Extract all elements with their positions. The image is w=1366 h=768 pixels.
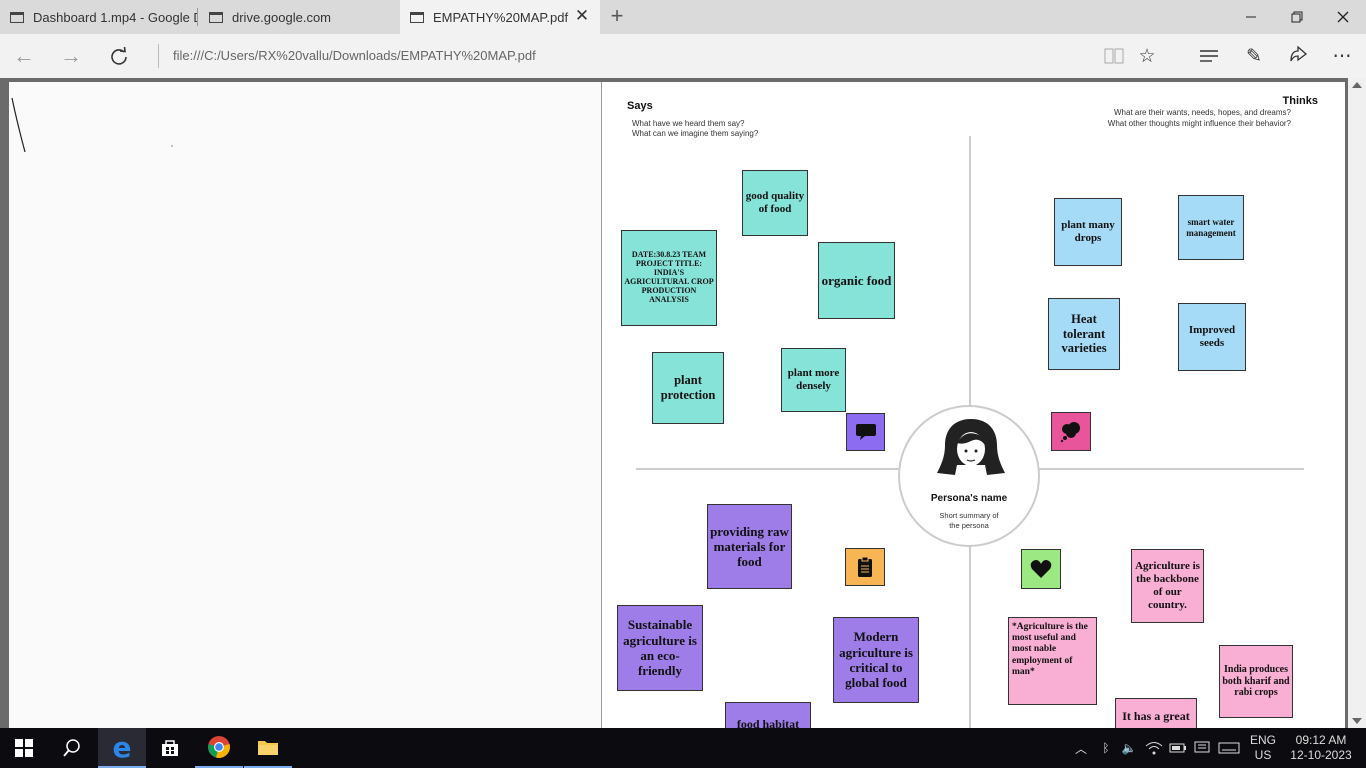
tab-page-icon bbox=[410, 11, 424, 23]
search-icon[interactable] bbox=[48, 728, 96, 768]
region-code: US bbox=[1254, 748, 1272, 762]
persona-summary: the persona bbox=[949, 521, 989, 530]
language-indicator[interactable]: ENG US bbox=[1246, 728, 1280, 768]
tab-empathy-map[interactable]: EMPATHY%20MAP.pdf bbox=[400, 0, 600, 34]
back-icon[interactable]: ← bbox=[9, 41, 39, 71]
close-window-icon[interactable] bbox=[1320, 0, 1366, 34]
tab-divider bbox=[197, 8, 198, 26]
sticky-note: smart water management bbox=[1178, 195, 1244, 260]
thinks-question-1: What are their wants, needs, hopes, and … bbox=[1114, 108, 1291, 117]
says-question-1: What have we heard them say? bbox=[632, 119, 745, 128]
tab-page-icon bbox=[10, 11, 24, 23]
sticky-note: Agriculture is the backbone of our count… bbox=[1131, 549, 1204, 623]
tab-strip: Dashboard 1.mp4 - Google D drive.google.… bbox=[0, 0, 1366, 34]
favorite-star-icon[interactable]: ☆ bbox=[1132, 41, 1162, 71]
persona-circle: Persona's name Short summary of the pers… bbox=[898, 405, 1040, 547]
tab-label: drive.google.com bbox=[232, 9, 331, 25]
edge-icon[interactable]: e bbox=[98, 728, 146, 768]
forward-icon[interactable]: → bbox=[56, 41, 86, 71]
sticky-note: providing raw materials for food bbox=[707, 504, 792, 589]
tab-page-icon bbox=[209, 11, 223, 23]
sticky-note: good quality of food bbox=[742, 170, 808, 236]
speech-bubble-icon bbox=[846, 413, 885, 451]
sticky-note: plant many drops bbox=[1054, 198, 1122, 266]
sticky-note: Sustainable agriculture is an eco-friend… bbox=[617, 605, 703, 691]
empathy-map-page: Says What have we heard them say? What c… bbox=[601, 82, 1345, 728]
scroll-up-icon[interactable] bbox=[1352, 82, 1362, 88]
file-explorer-icon[interactable] bbox=[244, 728, 292, 768]
thinks-question-2: What other thoughts might influence thei… bbox=[1107, 119, 1291, 128]
clipboard-icon bbox=[845, 548, 885, 586]
tab-label: Dashboard 1.mp4 - Google D bbox=[33, 9, 197, 25]
notification-icon[interactable] bbox=[1192, 728, 1212, 768]
sticky-note: *Agriculture is the most useful and most… bbox=[1008, 617, 1097, 705]
hub-icon[interactable] bbox=[1194, 41, 1224, 71]
persona-name: Persona's name bbox=[930, 493, 1008, 504]
taskbar: e ︿ ᛒ 🔈 ENG US 09:12 AM 12-10-2023 bbox=[0, 728, 1366, 768]
share-icon[interactable] bbox=[1283, 41, 1313, 71]
chevron-up-icon[interactable]: ︿ bbox=[1072, 728, 1090, 768]
web-note-icon[interactable]: ✎ bbox=[1239, 41, 1269, 71]
bluetooth-icon[interactable]: ᛒ bbox=[1098, 728, 1114, 768]
windows-start-icon[interactable] bbox=[0, 728, 48, 768]
sticky-note: India produces both kharif and rabi crop… bbox=[1219, 645, 1293, 718]
new-tab-icon[interactable]: + bbox=[607, 3, 627, 29]
address-bar[interactable]: file:///C:/Users/RX%20vallu/Downloads/EM… bbox=[158, 44, 1068, 68]
thought-cloud-icon bbox=[1051, 412, 1091, 451]
thinks-title: Thinks bbox=[1282, 95, 1318, 107]
refresh-icon[interactable] bbox=[104, 41, 134, 71]
minimize-icon[interactable] bbox=[1228, 0, 1274, 34]
clock-date: 12-10-2023 bbox=[1290, 748, 1352, 762]
tab-dashboard[interactable]: Dashboard 1.mp4 - Google D bbox=[0, 0, 197, 34]
persona-avatar-icon bbox=[937, 419, 1005, 475]
chrome-icon[interactable] bbox=[195, 728, 243, 768]
sticky-note: organic food bbox=[818, 242, 895, 319]
sticky-note: It has a great bbox=[1115, 698, 1197, 728]
language-code: ENG bbox=[1249, 733, 1276, 747]
blank-page bbox=[9, 82, 601, 728]
sticky-note: Modern agriculture is critical to global… bbox=[833, 617, 919, 703]
scrollbar[interactable] bbox=[1348, 78, 1366, 728]
close-tab-icon[interactable]: ✕ bbox=[574, 6, 590, 26]
battery-icon[interactable] bbox=[1168, 728, 1188, 768]
sticky-note: plant more densely bbox=[781, 348, 846, 412]
navigation-bar: ← → file:///C:/Users/RX%20vallu/Download… bbox=[0, 34, 1366, 78]
restore-icon[interactable] bbox=[1274, 0, 1320, 34]
heart-icon bbox=[1021, 549, 1061, 589]
reading-view-icon[interactable] bbox=[1099, 41, 1129, 71]
volume-icon[interactable]: 🔈 bbox=[1120, 728, 1138, 768]
wifi-icon[interactable] bbox=[1144, 728, 1164, 768]
says-title: Says bbox=[627, 100, 653, 112]
scroll-down-icon[interactable] bbox=[1352, 718, 1362, 724]
sticky-note: Improved seeds bbox=[1178, 303, 1246, 371]
persona-summary: Short summary of bbox=[939, 511, 999, 520]
tab-label: EMPATHY%20MAP.pdf bbox=[433, 9, 569, 25]
more-icon[interactable]: ⋯ bbox=[1327, 41, 1357, 71]
tab-drive[interactable]: drive.google.com bbox=[199, 0, 399, 34]
sticky-note: food habitat bbox=[725, 702, 811, 728]
clock[interactable]: 09:12 AM 12-10-2023 bbox=[1286, 728, 1356, 768]
clock-time: 09:12 AM bbox=[1295, 733, 1347, 747]
sticky-note: plant protection bbox=[652, 352, 724, 424]
sticky-note: Heat tolerant varieties bbox=[1048, 298, 1120, 370]
keyboard-icon[interactable] bbox=[1216, 728, 1242, 768]
store-icon[interactable] bbox=[146, 728, 194, 768]
pdf-viewer: Says What have we heard them say? What c… bbox=[0, 78, 1366, 728]
says-question-2: What can we imagine them saying? bbox=[632, 129, 759, 138]
sticky-note: DATE:30.8.23 TEAM PROJECT TITLE: INDIA'S… bbox=[621, 230, 717, 326]
pen-stroke bbox=[11, 97, 173, 153]
